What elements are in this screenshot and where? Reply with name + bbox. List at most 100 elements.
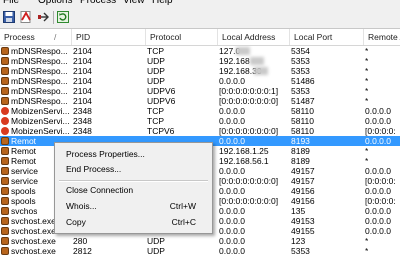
cell-process: svchost.exe — [11, 236, 56, 246]
service-process-icon — [1, 147, 9, 155]
redacted-address-blur — [250, 57, 264, 65]
cell-remote: * — [365, 56, 369, 66]
column-local-port[interactable]: Local Port — [290, 29, 364, 45]
refresh-icon[interactable] — [56, 10, 70, 24]
close-connection-menu-item[interactable]: Close Connection — [66, 183, 133, 197]
cell-remote: * — [365, 76, 369, 86]
column-protocol[interactable]: Protocol — [146, 29, 218, 45]
table-row[interactable]: MobizenServi... 2348 TCP 0.0.0.0 58110 0.0.0.… — [0, 106, 400, 116]
menu-process[interactable]: Process — [80, 0, 116, 7]
menu-view[interactable]: View — [123, 0, 145, 7]
cell-process: mDNSRespo... — [11, 96, 68, 106]
table-row[interactable]: mDNSRespo... 2104 UDPV6 [0:0:0:0:0:0:0:1] 53… — [0, 86, 400, 96]
cell-protocol: UDP — [147, 236, 165, 246]
cell-protocol: UDPV6 — [147, 96, 176, 106]
table-row[interactable]: svchost.exe 2812 UDP 0.0.0.0 5353 * — [0, 246, 400, 256]
redacted-address-blur — [254, 67, 268, 75]
cell-remote: [0:0:0:0: — [365, 176, 396, 186]
cell-process: svchost.exe — [11, 226, 56, 236]
cell-local-address: [0:0:0:0:0:0:0:0] — [219, 176, 279, 186]
cell-pid: 2104 — [73, 46, 92, 56]
cell-local-port: 135 — [291, 206, 306, 216]
cell-local-address: 0.0.0.0 — [219, 116, 245, 126]
cell-local-address: 0.0.0.0 — [219, 216, 245, 226]
cell-remote: [0:0:0:0: — [365, 126, 396, 136]
cell-local-port: 5353 — [291, 56, 310, 66]
service-process-icon — [1, 57, 9, 65]
cell-protocol: TCPV6 — [147, 126, 175, 136]
table-row[interactable]: MobizenServi... 2348 TCPV6 [0:0:0:0:0:0:0:0… — [0, 126, 400, 136]
cell-local-port: 5353 — [291, 66, 310, 76]
menu-help[interactable]: Help — [152, 0, 173, 7]
service-process-icon — [1, 137, 9, 145]
column-process[interactable]: Process / — [0, 29, 72, 45]
cell-local-address: [0:0:0:0:0:0:0:0] — [219, 196, 279, 206]
service-process-icon — [1, 217, 9, 225]
copy-shortcut: Ctrl+C — [171, 217, 196, 227]
whois-menu-item[interactable]: Whois... — [66, 199, 97, 213]
cell-remote: * — [365, 96, 369, 106]
cell-protocol: UDP — [147, 76, 165, 86]
service-process-icon — [1, 97, 9, 105]
cell-protocol: UDP — [147, 56, 165, 66]
save-icon[interactable] — [2, 10, 16, 24]
cell-local-address: [0:0:0:0:0:0:0:0] — [219, 96, 279, 106]
cell-local-port: 49157 — [291, 176, 315, 186]
copy-menu-item[interactable]: Copy — [66, 215, 86, 229]
cell-process: spools — [11, 196, 36, 206]
cell-process: Remot — [11, 156, 37, 166]
column-process-label: Process — [4, 32, 35, 42]
table-row[interactable]: svchost.exe 280 UDP 0.0.0.0 123 * — [0, 236, 400, 246]
service-process-icon — [1, 197, 9, 205]
cell-remote: 0.0.0.0 — [365, 136, 391, 146]
cell-local-address: 0.0.0.0 — [219, 236, 245, 246]
cell-local-port: 5353 — [291, 86, 310, 96]
column-remote-address[interactable]: Remote A — [364, 29, 400, 45]
table-row[interactable]: mDNSRespo... 2104 TCP 127.0 5354 * — [0, 46, 400, 56]
cell-process: mDNSRespo... — [11, 46, 68, 56]
cell-pid: 2104 — [73, 56, 92, 66]
service-process-icon — [1, 227, 9, 235]
table-row[interactable]: MobizenServi... 2348 TCP 0.0.0.0 58110 0.0.0.… — [0, 116, 400, 126]
cell-protocol: UDP — [147, 66, 165, 76]
cell-local-address: 0.0.0.0 — [219, 166, 245, 176]
cell-remote: * — [365, 246, 369, 256]
cell-process: mDNSRespo... — [11, 86, 68, 96]
cell-remote: * — [365, 66, 369, 76]
cell-local-address: 0.0.0.0 — [219, 76, 245, 86]
cell-local-port: 51487 — [291, 96, 315, 106]
cell-remote: 0.0.0.0 — [365, 206, 391, 216]
cell-remote: 0.0.0.0 — [365, 186, 391, 196]
menu-separator — [59, 180, 208, 182]
sort-indicator-icon: / — [54, 32, 57, 42]
cell-local-port: 58110 — [291, 116, 315, 126]
column-local-address[interactable]: Local Address — [218, 29, 290, 45]
cell-process: svchost.exe — [11, 246, 56, 256]
cell-remote: * — [365, 46, 369, 56]
cell-local-port: 123 — [291, 236, 306, 246]
cell-remote: 0.0.0.0 — [365, 106, 391, 116]
export-icon[interactable] — [19, 10, 33, 24]
table-row[interactable]: mDNSRespo... 2104 UDP 192.168.30 5353 * — [0, 66, 400, 76]
cell-local-address: 0.0.0.0 — [219, 186, 245, 196]
end-process-menu-item[interactable]: End Process... — [66, 162, 121, 176]
cell-pid: 280 — [73, 236, 88, 246]
service-process-icon — [1, 207, 9, 215]
table-row[interactable]: mDNSRespo... 2104 UDP 0.0.0.0 51486 * — [0, 76, 400, 86]
cell-pid: 2812 — [73, 246, 92, 256]
table-row[interactable]: mDNSRespo... 2104 UDPV6 [0:0:0:0:0:0:0:0] 51… — [0, 96, 400, 106]
menu-file[interactable]: File — [3, 0, 19, 7]
process-properties-menu-item[interactable]: Process Properties... — [66, 147, 145, 161]
redacted-address-blur — [236, 47, 250, 55]
cell-process: service — [11, 176, 38, 186]
close-connection-icon[interactable] — [36, 10, 50, 24]
cell-pid: 2104 — [73, 76, 92, 86]
cell-remote: * — [365, 146, 369, 156]
column-pid[interactable]: PID — [72, 29, 146, 45]
cell-remote: * — [365, 86, 369, 96]
cell-local-port: 8193 — [291, 136, 310, 146]
whois-shortcut: Ctrl+W — [169, 201, 196, 211]
menu-options[interactable]: Options — [38, 0, 72, 7]
cell-local-port: 49156 — [291, 196, 315, 206]
table-row[interactable]: mDNSRespo... 2104 UDP 192.168 5353 * — [0, 56, 400, 66]
